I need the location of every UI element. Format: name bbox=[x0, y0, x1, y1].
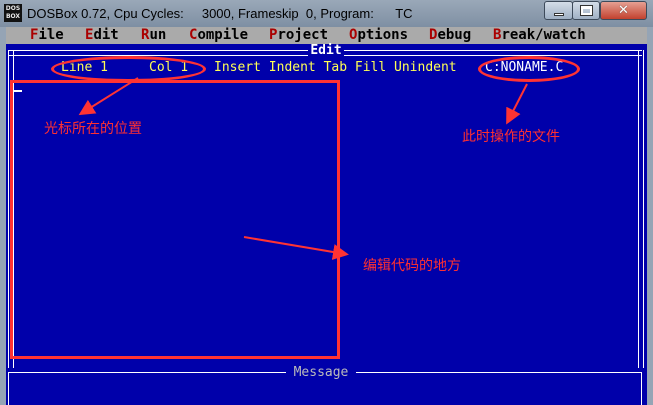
file-arrow-icon bbox=[506, 83, 528, 125]
dosbox-window: DOS BOX DOSBox 0.72, Cpu Cycles: 3000, F… bbox=[0, 0, 653, 405]
code-arrow-icon bbox=[243, 236, 349, 260]
cursor-position-label: 光标所在的位置 bbox=[44, 121, 142, 137]
annotation-arrows bbox=[78, 77, 528, 260]
code-edit-area-label: 编辑代码的地方 bbox=[363, 258, 461, 274]
current-file-label: 此时操作的文件 bbox=[462, 129, 560, 145]
cursor-arrow-icon bbox=[78, 77, 139, 116]
